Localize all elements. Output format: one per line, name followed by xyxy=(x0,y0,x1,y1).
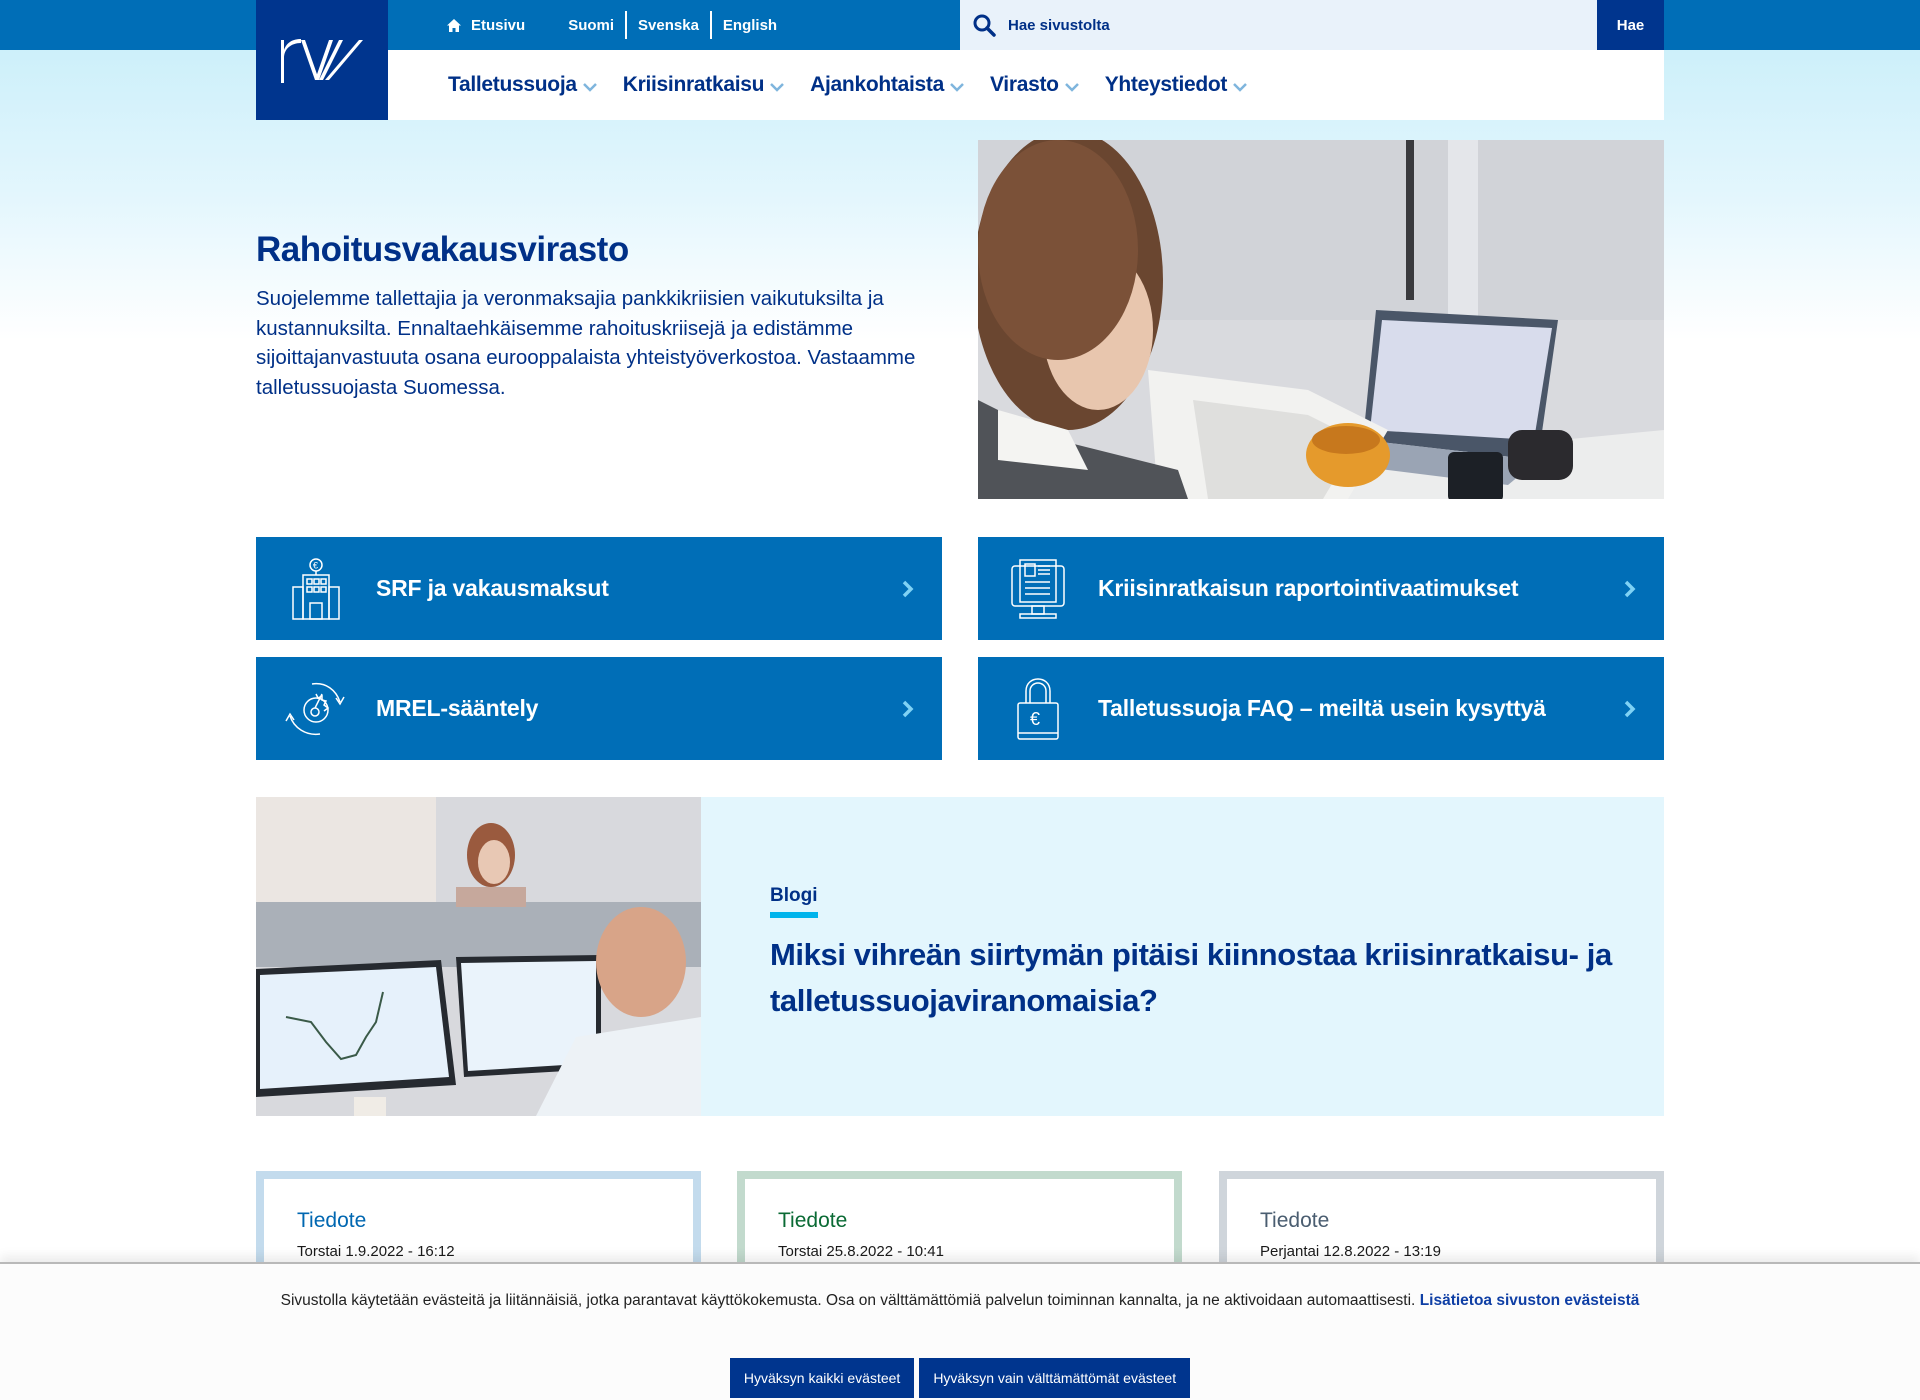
cookie-text: Sivustolla käytetään evästeitä ja liitän… xyxy=(280,1292,1416,1309)
tile-label: Talletussuoja FAQ – meiltä usein kysytty… xyxy=(1098,695,1546,721)
nav-label: Ajankohtaista xyxy=(810,73,944,96)
tile-faq[interactable]: € Talletussuoja FAQ – meiltä usein kysyt… xyxy=(978,657,1664,760)
nav-item-talletussuoja[interactable]: Talletussuoja xyxy=(448,73,597,97)
hero-photo-illustration xyxy=(978,140,1664,499)
nav-label: Yhteystiedot xyxy=(1104,73,1228,96)
nav-item-virasto[interactable]: Virasto xyxy=(990,73,1079,97)
chevron-right-icon xyxy=(1624,580,1636,597)
chevron-down-icon xyxy=(582,82,597,92)
blog-feature[interactable]: Blogi Miksi vihreän siirtymän pitäisi ki… xyxy=(256,797,1664,1116)
hero: Rahoitusvakausvirasto Suojelemme tallett… xyxy=(256,230,946,402)
cookie-text-wrap: Sivustolla käytetään evästeitä ja liitän… xyxy=(0,1292,1920,1310)
blog-title[interactable]: Miksi vihreän siirtymän pitäisi kiinnost… xyxy=(770,932,1640,1024)
monitor-document-icon xyxy=(1011,558,1065,619)
search-icon xyxy=(973,14,996,37)
padlock-euro-icon: € xyxy=(1017,677,1059,740)
blog-tag[interactable]: Blogi xyxy=(770,885,818,918)
chevron-right-icon xyxy=(902,580,914,597)
tile-srf[interactable]: € SRF ja vakausmaksut xyxy=(256,537,942,640)
accept-all-cookies-button[interactable]: Hyväksyn kaikki evästeet xyxy=(729,1358,915,1398)
tile-label: Kriisinratkaisun raportointivaatimukset xyxy=(1098,575,1519,601)
chevron-right-icon xyxy=(902,700,914,717)
search-input[interactable] xyxy=(1008,16,1568,34)
blog-photo-illustration xyxy=(256,797,701,1116)
tile-label: MREL-sääntely xyxy=(376,695,539,721)
accept-necessary-cookies-button[interactable]: Hyväksyn vain välttämättömät evästeet xyxy=(919,1358,1191,1398)
chevron-down-icon xyxy=(770,82,785,92)
home-icon xyxy=(447,18,461,32)
tile-label: SRF ja vakausmaksut xyxy=(376,575,609,601)
news-date: Torstai 1.9.2022 - 16:12 xyxy=(297,1243,455,1260)
hero-title: Rahoitusvakausvirasto xyxy=(256,230,629,269)
logo-icon xyxy=(281,39,363,83)
news-date: Perjantai 12.8.2022 - 13:19 xyxy=(1260,1243,1441,1260)
tile-reporting[interactable]: Kriisinratkaisun raportointivaatimukset xyxy=(978,537,1664,640)
news-type: Tiedote xyxy=(778,1209,848,1232)
hero-description: Suojelemme tallettajia ja veronmaksajia … xyxy=(256,287,916,399)
nav-item-yhteystiedot[interactable]: Yhteystiedot xyxy=(1105,73,1247,97)
blog-image xyxy=(256,797,701,1116)
search-button[interactable]: Hae xyxy=(1597,0,1664,50)
cookie-banner: Sivustolla käytetään evästeitä ja liitän… xyxy=(0,1262,1920,1400)
bank-building-euro-icon: € xyxy=(292,557,340,620)
news-type: Tiedote xyxy=(297,1209,367,1232)
lang-svenska[interactable]: Svenska xyxy=(627,17,710,34)
svg-text:€: € xyxy=(1030,709,1040,729)
chevron-right-icon xyxy=(1624,700,1636,717)
search-box xyxy=(960,0,1597,50)
cookie-buttons: Hyväksyn kaikki evästeet Hyväksyn vain v… xyxy=(0,1358,1920,1398)
chevron-down-icon xyxy=(1233,82,1247,92)
nav-item-kriisinratkaisu[interactable]: Kriisinratkaisu xyxy=(622,73,785,97)
nav-item-ajankohtaista[interactable]: Ajankohtaista xyxy=(810,73,964,97)
lang-suomi[interactable]: Suomi xyxy=(557,17,625,34)
news-date: Torstai 25.8.2022 - 10:41 xyxy=(778,1243,944,1260)
logo[interactable] xyxy=(256,0,388,120)
gear-cycle-icon xyxy=(285,682,345,735)
home-label: Etusivu xyxy=(471,16,526,34)
main-nav: Talletussuoja Kriisinratkaisu Ajankohtai… xyxy=(388,50,1664,120)
top-links: Etusivu Suomi Svenska English xyxy=(447,0,788,50)
news-type: Tiedote xyxy=(1260,1209,1330,1232)
svg-text:€: € xyxy=(313,560,318,570)
tile-mrel[interactable]: MREL-sääntely xyxy=(256,657,942,760)
hero-image xyxy=(978,140,1664,499)
nav-label: Kriisinratkaisu xyxy=(622,73,765,96)
cookie-info-link[interactable]: Lisätietoa sivuston evästeistä xyxy=(1420,1292,1640,1309)
lang-english[interactable]: English xyxy=(712,17,788,34)
nav-label: Talletussuoja xyxy=(448,73,577,96)
chevron-down-icon xyxy=(950,82,964,92)
home-link[interactable]: Etusivu xyxy=(447,17,525,34)
chevron-down-icon xyxy=(1064,82,1079,92)
nav-label: Virasto xyxy=(989,73,1059,96)
